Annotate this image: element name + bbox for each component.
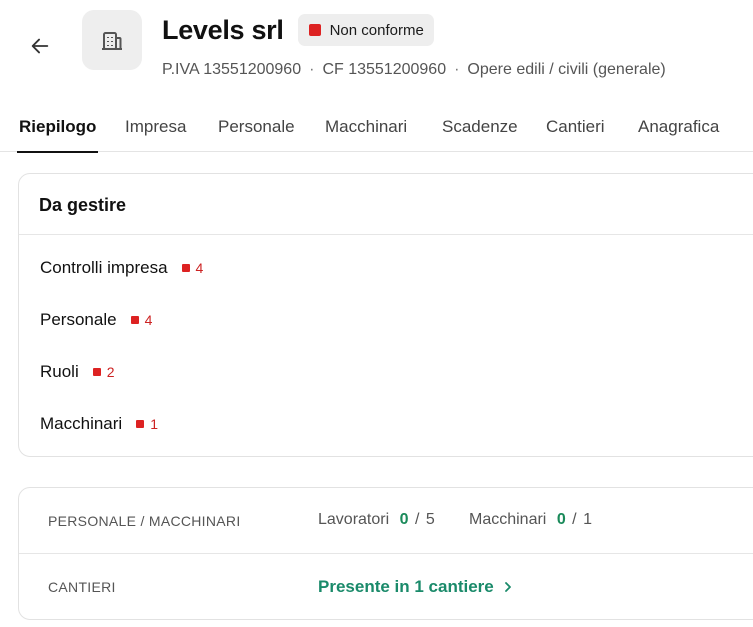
todo-item-controlli-impresa[interactable]: Controlli impresa 4 (40, 258, 203, 278)
lavoratori-label: Lavoratori (318, 511, 390, 528)
todo-count: 1 (150, 416, 158, 432)
piva-text: P.IVA 13551200960 (162, 61, 302, 78)
da-gestire-card: Da gestire Controlli impresa 4 Personale… (18, 173, 753, 457)
todo-item-label: Personale (40, 310, 117, 329)
personale-macchinari-label: PERSONALE / MACCHINARI (48, 513, 241, 529)
tab-riepilogo[interactable]: Riepilogo (16, 106, 99, 153)
lavoratori-total: 5 (425, 511, 435, 528)
stat-slash: / (414, 511, 420, 528)
arrow-left-icon (31, 38, 49, 54)
todo-count: 2 (106, 364, 115, 380)
company-avatar (82, 10, 142, 70)
cantieri-label: CANTIERI (48, 579, 116, 595)
alert-square-icon (130, 316, 139, 324)
todo-count: 4 (195, 260, 204, 276)
header-title-row: Levels srl Non conforme (162, 14, 434, 46)
todo-count-badge: 4 (130, 312, 153, 328)
macchinari-total: 1 (583, 511, 592, 528)
da-gestire-title: Da gestire (19, 174, 753, 235)
company-meta: P.IVA 13551200960 · CF 13551200960 · Ope… (162, 61, 666, 79)
status-badge: Non conforme (297, 14, 434, 46)
todo-count-badge: 4 (181, 260, 204, 276)
macchinari-stat: Macchinari 0 / 1 (469, 511, 592, 529)
back-button[interactable] (24, 30, 56, 62)
tab-impresa[interactable]: Impresa (125, 106, 186, 152)
alert-square-icon (181, 264, 190, 272)
lavoratori-value: 0 (399, 511, 409, 528)
todo-item-personale[interactable]: Personale 4 (40, 310, 152, 330)
todo-count: 4 (144, 312, 153, 328)
page-title: Levels srl (162, 14, 284, 45)
stat-slash: / (572, 511, 577, 528)
tab-scadenze[interactable]: Scadenze (442, 106, 518, 152)
todo-item-label: Macchinari (40, 414, 123, 433)
todo-item-macchinari[interactable]: Macchinari 1 (40, 414, 158, 434)
todo-count-badge: 1 (136, 416, 158, 432)
category-text: Opere edili / civili (generale) (467, 61, 666, 78)
personale-macchinari-row: PERSONALE / MACCHINARI Lavoratori 0 / 5 … (19, 488, 753, 554)
todo-item-label: Ruoli (40, 362, 79, 381)
status-square-icon (308, 24, 321, 36)
todo-item-label: Controlli impresa (40, 258, 168, 277)
cf-text: CF 13551200960 (322, 61, 447, 78)
macchinari-value: 0 (556, 511, 566, 528)
macchinari-label: Macchinari (469, 511, 547, 528)
alert-square-icon (136, 420, 145, 428)
status-badge-label: Non conforme (329, 21, 424, 39)
building-icon (102, 32, 122, 50)
cantieri-link-label: Presente in 1 cantiere (318, 577, 494, 596)
cantieri-link[interactable]: Presente in 1 cantiere (318, 577, 514, 597)
tab-anagrafica[interactable]: Anagrafica (638, 106, 719, 152)
meta-separator: · (454, 61, 460, 78)
summary-card: PERSONALE / MACCHINARI Lavoratori 0 / 5 … (18, 487, 753, 620)
tab-personale[interactable]: Personale (218, 106, 295, 152)
todo-count-badge: 2 (92, 364, 115, 380)
tab-cantieri[interactable]: Cantieri (546, 106, 605, 152)
todo-item-ruoli[interactable]: Ruoli 2 (40, 362, 115, 382)
meta-separator: · (309, 61, 315, 78)
lavoratori-stat: Lavoratori 0 / 5 (318, 511, 435, 529)
tab-macchinari[interactable]: Macchinari (325, 106, 407, 152)
tab-bar: Riepilogo Impresa Personale Macchinari S… (0, 106, 753, 153)
alert-square-icon (92, 368, 101, 376)
chevron-right-icon (504, 582, 511, 592)
